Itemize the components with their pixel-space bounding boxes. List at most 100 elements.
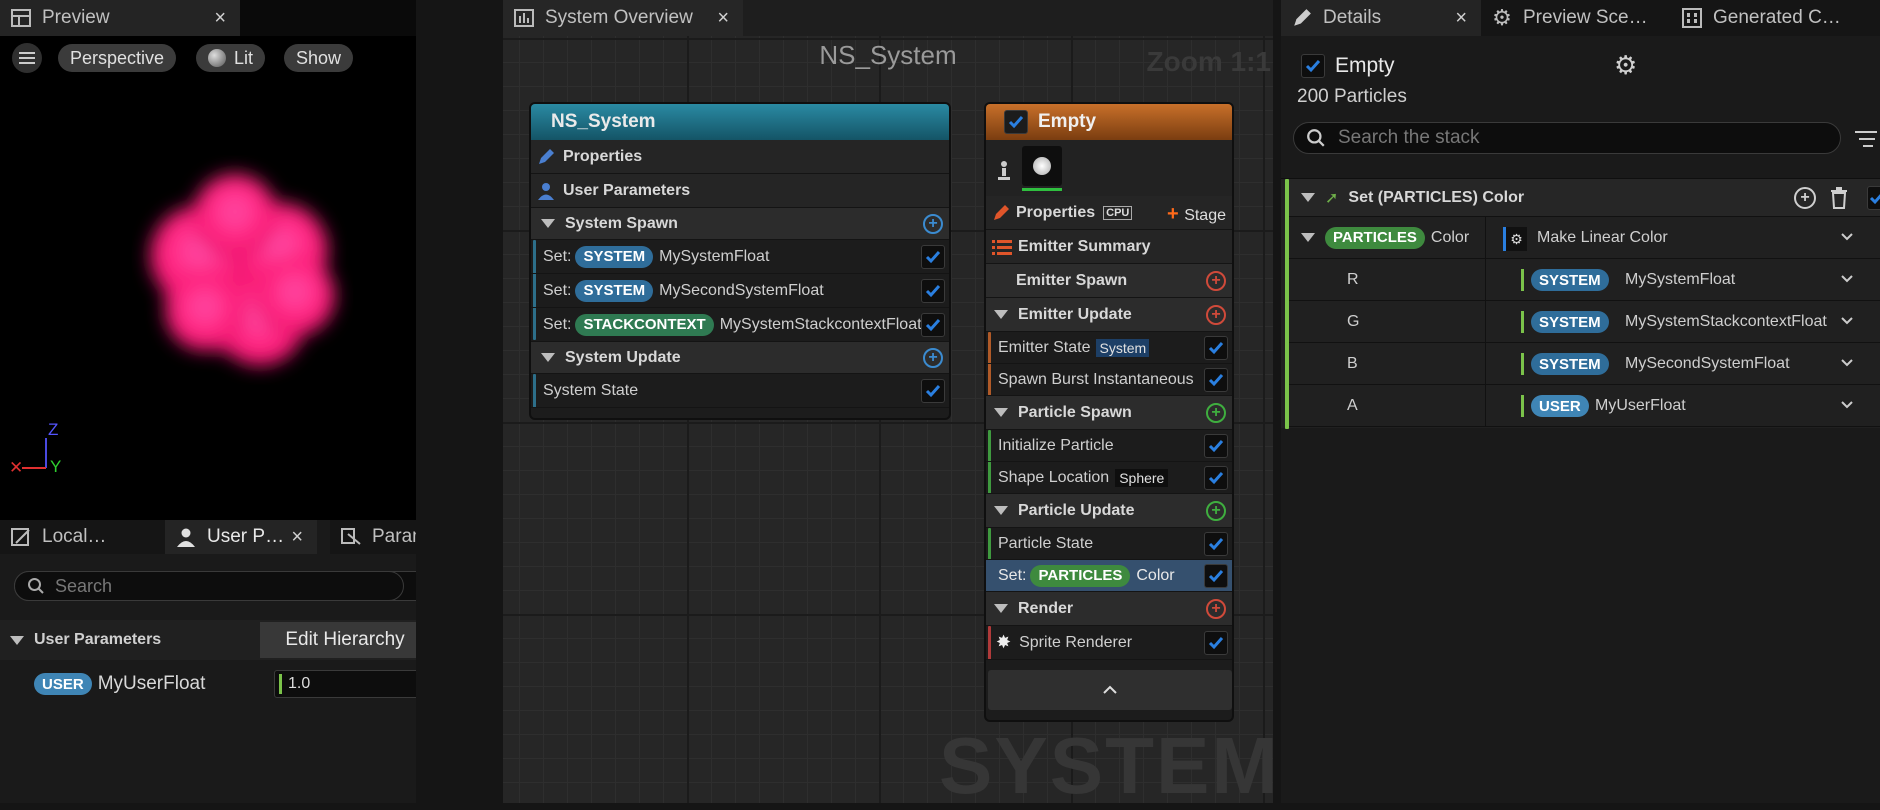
particle-update-header[interactable]: Particle Update + (986, 494, 1232, 528)
enable-checkbox[interactable] (1204, 532, 1228, 556)
shape-location-row[interactable]: Shape Location Sphere (986, 462, 1232, 494)
code-icon (1681, 7, 1703, 29)
module-header[interactable]: ➚ Set (PARTICLES) Color + (1289, 179, 1880, 217)
channel-value: MySystemStackcontextFloat (1625, 313, 1827, 330)
emitter-enable-checkbox[interactable] (1301, 54, 1325, 78)
system-state-row[interactable]: System State (531, 374, 949, 408)
tab-params[interactable]: Param… (330, 520, 416, 554)
tab-local[interactable]: Local… (0, 520, 165, 554)
system-update-header[interactable]: System Update + (531, 342, 949, 374)
hamburger-button[interactable] (12, 43, 42, 73)
chevron-down-icon[interactable] (1840, 316, 1854, 326)
tab-preview-scene[interactable]: ⚙ Preview Sce… (1481, 0, 1671, 36)
particle-spawn-header[interactable]: Particle Spawn + (986, 396, 1232, 430)
emitter-node[interactable]: Empty Properties CPU + Stage Emitter Sum… (984, 102, 1234, 722)
system-spawn-header[interactable]: System Spawn + (531, 208, 949, 240)
tab-generated-code[interactable]: Generated C… (1671, 0, 1880, 36)
search-field[interactable]: Search (14, 571, 404, 601)
close-icon[interactable]: × (717, 7, 729, 30)
spawn-row-3[interactable]: Set: STACKCONTEXT MySystemStackcontextFl… (531, 308, 949, 342)
collapse-icon (994, 408, 1008, 417)
system-node[interactable]: NS_System Properties User Parameters Sys… (529, 102, 951, 420)
enable-checkbox[interactable] (1204, 336, 1228, 360)
system-update-label: System Update (565, 348, 681, 366)
particle-state-row[interactable]: Particle State (986, 528, 1232, 560)
emitter-summary[interactable]: Emitter Summary (986, 230, 1232, 264)
chevron-down-icon[interactable] (1840, 358, 1854, 368)
spawn-burst-row[interactable]: Spawn Burst Instantaneous (986, 364, 1232, 396)
details-panel: Details × ⚙ Preview Sce… Generated C… Em… (1281, 0, 1880, 803)
emitter-node-header[interactable]: Empty (986, 104, 1232, 140)
channel-row-g[interactable]: G SYSTEM MySystemStackcontextFloat (1289, 301, 1880, 343)
enable-checkbox[interactable] (1204, 368, 1228, 392)
initialize-particle-row[interactable]: Initialize Particle (986, 430, 1232, 462)
close-icon[interactable]: × (214, 7, 226, 30)
filter-icon[interactable] (1855, 130, 1877, 148)
module-icon: ➚ (1325, 189, 1339, 207)
add-input-icon[interactable]: + (1794, 187, 1816, 209)
enable-checkbox[interactable] (921, 279, 945, 303)
chevron-down-icon[interactable] (1840, 232, 1854, 242)
channel-row-b[interactable]: B SYSTEM MySecondSystemFloat (1289, 343, 1880, 385)
chevron-down-icon[interactable] (1840, 400, 1854, 410)
channel-row-r[interactable]: R SYSTEM MySystemFloat (1289, 259, 1880, 301)
add-module-icon[interactable]: + (1206, 501, 1226, 521)
param-value-field[interactable]: 1.0 (274, 670, 434, 698)
spawn-row-1[interactable]: Set: SYSTEM MySystemFloat (531, 240, 949, 274)
system-node-header[interactable]: NS_System (531, 104, 949, 140)
module-enable-checkbox[interactable] (1867, 186, 1880, 210)
graph-canvas[interactable]: NS_System Zoom 1:1 SYSTEM NS_System Prop… (503, 36, 1278, 806)
system-properties[interactable]: Properties (531, 140, 949, 174)
add-module-icon[interactable]: + (1206, 403, 1226, 423)
color-input-value: Make Linear Color (1537, 229, 1668, 246)
render-label: Render (1018, 599, 1074, 617)
viewport[interactable]: Perspective Lit Show Z ✕ Y (0, 36, 416, 520)
emitter-state-row[interactable]: Emitter State System (986, 332, 1232, 364)
user-icon (175, 526, 197, 548)
tab-preview[interactable]: Preview × (0, 0, 240, 36)
add-stage-button[interactable]: + Stage (1167, 203, 1226, 226)
emitter-properties[interactable]: Properties CPU + Stage (986, 196, 1232, 230)
system-user-params[interactable]: User Parameters (531, 174, 949, 208)
perspective-button[interactable]: Perspective (58, 44, 177, 72)
sprite-renderer-row[interactable]: ✸ Sprite Renderer (986, 626, 1232, 660)
tab-system-overview[interactable]: System Overview × (503, 0, 743, 36)
enable-checkbox[interactable] (921, 245, 945, 269)
pencil-icon (539, 148, 554, 164)
color-input-row[interactable]: PARTICLES Color ⚙ Make Linear Color (1289, 217, 1880, 259)
enable-checkbox[interactable] (1204, 564, 1228, 588)
add-module-icon[interactable]: + (1206, 271, 1226, 291)
render-header[interactable]: Render + (986, 592, 1232, 626)
enable-checkbox[interactable] (1204, 466, 1228, 490)
add-module-icon[interactable]: + (923, 348, 943, 368)
user-params-section[interactable]: User Parameters Edit Hierarchy + (0, 620, 492, 660)
emitter-update-header[interactable]: Emitter Update + (986, 298, 1232, 332)
emitter-enable-checkbox[interactable] (1004, 110, 1028, 134)
settings-gear-icon[interactable]: ⚙ (1614, 50, 1637, 81)
enable-checkbox[interactable] (921, 313, 945, 337)
emitter-thumbnail[interactable] (1022, 146, 1062, 186)
axis-gizmo: Z ✕ Y (8, 418, 68, 478)
enable-checkbox[interactable] (921, 379, 945, 403)
add-module-icon[interactable]: + (1206, 305, 1226, 325)
channel-row-a[interactable]: A USER MyUserFloat (1289, 385, 1880, 427)
enable-checkbox[interactable] (1204, 434, 1228, 458)
close-icon[interactable]: × (1455, 7, 1467, 30)
collapse-node-button[interactable] (988, 670, 1232, 710)
add-module-icon[interactable]: + (923, 214, 943, 234)
emitter-spawn-header[interactable]: Emitter Spawn + (986, 264, 1232, 298)
add-renderer-icon[interactable]: + (1206, 599, 1226, 619)
tab-user-params[interactable]: User P… × (165, 520, 317, 554)
set-color-row[interactable]: Set: PARTICLES Color (986, 560, 1232, 592)
stack-search[interactable]: Search the stack (1293, 122, 1841, 154)
edit-hierarchy-button[interactable]: Edit Hierarchy (260, 622, 430, 658)
close-icon[interactable]: × (291, 526, 303, 549)
show-button[interactable]: Show (284, 44, 354, 72)
enable-checkbox[interactable] (1204, 631, 1228, 655)
lit-button[interactable]: Lit (196, 44, 266, 72)
tab-details[interactable]: Details × (1281, 0, 1481, 36)
spawn-row-2[interactable]: Set: SYSTEM MySecondSystemFloat (531, 274, 949, 308)
tab-details-label: Details (1323, 7, 1382, 28)
chevron-down-icon[interactable] (1840, 274, 1854, 284)
trash-icon[interactable] (1829, 187, 1849, 209)
